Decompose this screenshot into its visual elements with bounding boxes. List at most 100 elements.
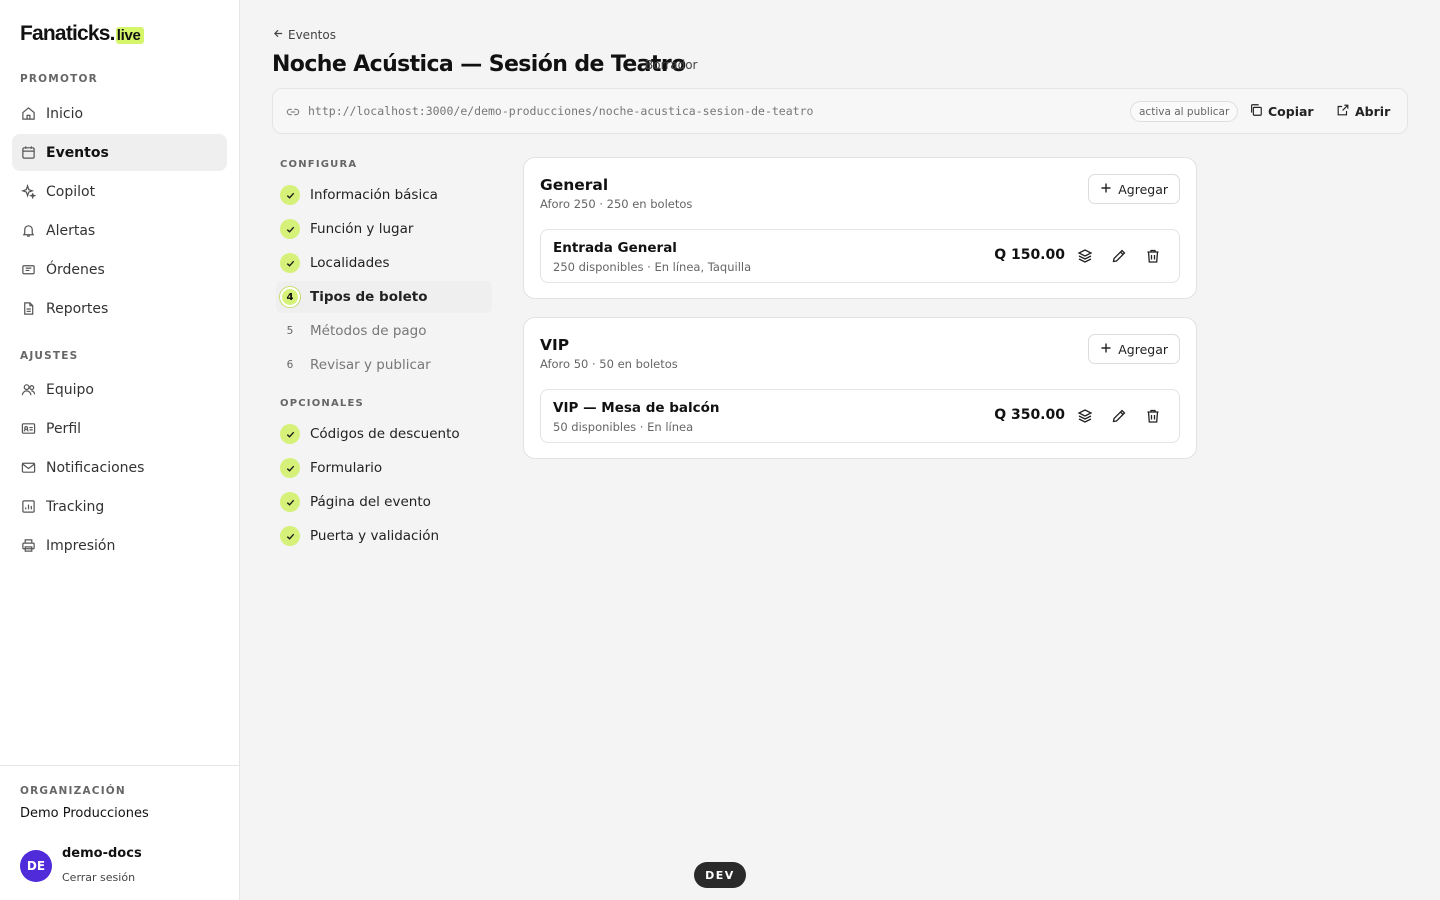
sidebar-item-label: Notificaciones bbox=[46, 459, 145, 476]
trash-icon[interactable] bbox=[1143, 406, 1163, 426]
ticket-section-general: General Aforo 250 · 250 en boletos Agreg… bbox=[523, 157, 1197, 299]
ticket-icon bbox=[20, 262, 36, 278]
ticket-price: Q 350.00 bbox=[994, 407, 1065, 423]
sidebar-item-label: Inicio bbox=[46, 105, 84, 122]
ticket-row[interactable]: VIP — Mesa de balcón 50 disponibles · En… bbox=[540, 389, 1180, 443]
step-localidades[interactable]: Localidades bbox=[276, 247, 492, 279]
users-icon bbox=[20, 382, 36, 398]
chart-icon bbox=[20, 499, 36, 515]
ticket-price: Q 150.00 bbox=[994, 247, 1065, 263]
plus-icon bbox=[1100, 342, 1112, 357]
step-label: Información básica bbox=[310, 187, 438, 203]
add-ticket-button[interactable]: Agregar bbox=[1088, 174, 1180, 204]
step-revisar-y-publicar[interactable]: 6 Revisar y publicar bbox=[276, 349, 492, 381]
step-number: 5 bbox=[286, 325, 294, 337]
copy-url-label: Copiar bbox=[1268, 103, 1314, 119]
sidebar-item-tracking[interactable]: Tracking bbox=[12, 488, 227, 525]
user-name: demo-docs bbox=[62, 846, 142, 861]
sidebar-item-label: Eventos bbox=[46, 144, 109, 161]
step-label: Formulario bbox=[310, 460, 383, 476]
edit-icon[interactable] bbox=[1109, 246, 1129, 266]
ticket-meta: 50 disponibles · En línea bbox=[553, 420, 694, 434]
copy-url-button[interactable]: Copiar bbox=[1249, 100, 1314, 122]
file-icon bbox=[20, 301, 36, 317]
sidebar-item-reportes[interactable]: Reportes bbox=[12, 290, 227, 327]
check-icon bbox=[280, 219, 300, 239]
bell-icon bbox=[20, 223, 36, 239]
add-ticket-button[interactable]: Agregar bbox=[1088, 334, 1180, 364]
brand-name: Fanaticks. bbox=[20, 22, 116, 45]
link-icon bbox=[286, 104, 300, 118]
layers-icon[interactable] bbox=[1075, 406, 1095, 426]
sidebar-divider bbox=[0, 765, 240, 766]
step-formulario[interactable]: Formulario bbox=[276, 452, 492, 484]
sidebar-item-label: Equipo bbox=[46, 381, 94, 398]
trash-icon[interactable] bbox=[1143, 246, 1163, 266]
event-url[interactable]: http://localhost:3000/e/demo-produccione… bbox=[308, 104, 813, 118]
check-icon bbox=[280, 526, 300, 546]
home-icon bbox=[20, 106, 36, 122]
sidebar-item-label: Tracking bbox=[46, 498, 105, 515]
mail-icon bbox=[20, 460, 36, 476]
step-metodos-de-pago[interactable]: 5 Métodos de pago bbox=[276, 315, 492, 347]
sidebar-item-alertas[interactable]: Alertas bbox=[12, 212, 227, 249]
sidebar-item-impresion[interactable]: Impresión bbox=[12, 527, 227, 564]
layers-icon[interactable] bbox=[1075, 246, 1095, 266]
steps-label-configura: CONFIGURA bbox=[280, 159, 358, 170]
back-link[interactable]: Eventos bbox=[273, 28, 336, 42]
ticket-name: Entrada General bbox=[553, 240, 677, 256]
step-label: Métodos de pago bbox=[310, 323, 427, 339]
sidebar-item-inicio[interactable]: Inicio bbox=[12, 95, 227, 132]
sidebar-item-label: Reportes bbox=[46, 300, 109, 317]
dev-badge[interactable]: DEV bbox=[694, 862, 746, 888]
check-icon bbox=[280, 458, 300, 478]
section-label-promotor: PROMOTOR bbox=[20, 73, 98, 85]
step-label: Revisar y publicar bbox=[310, 357, 431, 373]
sidebar-item-perfil[interactable]: Perfil bbox=[12, 410, 227, 447]
check-icon bbox=[280, 424, 300, 444]
sidebar-item-copilot[interactable]: Copilot bbox=[12, 173, 227, 210]
id-card-icon bbox=[20, 421, 36, 437]
brand-logo[interactable]: Fanaticks. live bbox=[20, 22, 144, 46]
section-title: General bbox=[540, 176, 609, 194]
section-label-organizacion: ORGANIZACIÓN bbox=[20, 785, 126, 797]
step-codigos-de-descuento[interactable]: Códigos de descuento bbox=[276, 418, 492, 450]
calendar-icon bbox=[20, 145, 36, 161]
step-tipos-de-boleto[interactable]: 4 Tipos de boleto bbox=[276, 281, 492, 313]
step-label: Localidades bbox=[310, 255, 390, 271]
sidebar-item-label: Perfil bbox=[46, 420, 82, 437]
sidebar-item-notificaciones[interactable]: Notificaciones bbox=[12, 449, 227, 486]
sidebar-item-label: Alertas bbox=[46, 222, 96, 239]
sidebar-item-equipo[interactable]: Equipo bbox=[12, 371, 227, 408]
open-url-button[interactable]: Abrir bbox=[1336, 100, 1390, 122]
step-label: Códigos de descuento bbox=[310, 426, 460, 442]
add-ticket-label: Agregar bbox=[1118, 341, 1168, 357]
step-number: 4 bbox=[280, 287, 300, 307]
edit-icon[interactable] bbox=[1109, 406, 1129, 426]
ticket-name: VIP — Mesa de balcón bbox=[553, 400, 720, 416]
avatar[interactable]: DE bbox=[20, 850, 52, 882]
sidebar-item-label: Impresión bbox=[46, 537, 116, 554]
page-title: Noche Acústica — Sesión de Teatro bbox=[272, 52, 686, 77]
steps-label-opcionales: OPCIONALES bbox=[280, 398, 364, 409]
section-capacity: Aforo 50 · 50 en boletos bbox=[540, 357, 678, 371]
external-link-icon bbox=[1336, 103, 1350, 120]
check-icon bbox=[280, 185, 300, 205]
sidebar-item-eventos[interactable]: Eventos bbox=[12, 134, 227, 171]
sidebar-item-label: Órdenes bbox=[46, 261, 105, 278]
step-funcion-y-lugar[interactable]: Función y lugar bbox=[276, 213, 492, 245]
sidebar-item-ordenes[interactable]: Órdenes bbox=[12, 251, 227, 288]
brand-suffix: live bbox=[115, 27, 144, 44]
step-pagina-del-evento[interactable]: Página del evento bbox=[276, 486, 492, 518]
event-url-bar: http://localhost:3000/e/demo-produccione… bbox=[272, 88, 1408, 134]
sparkles-icon bbox=[20, 184, 36, 200]
step-number: 6 bbox=[286, 359, 294, 371]
add-ticket-label: Agregar bbox=[1118, 181, 1168, 197]
step-informacion-basica[interactable]: Información básica bbox=[276, 179, 492, 211]
logout-link[interactable]: Cerrar sesión bbox=[62, 871, 135, 884]
organization-name[interactable]: Demo Producciones bbox=[20, 806, 149, 821]
step-puerta-y-validacion[interactable]: Puerta y validación bbox=[276, 520, 492, 552]
ticket-meta: 250 disponibles · En línea, Taquilla bbox=[553, 260, 752, 274]
ticket-row[interactable]: Entrada General 250 disponibles · En lín… bbox=[540, 229, 1180, 283]
step-label: Función y lugar bbox=[310, 221, 414, 237]
